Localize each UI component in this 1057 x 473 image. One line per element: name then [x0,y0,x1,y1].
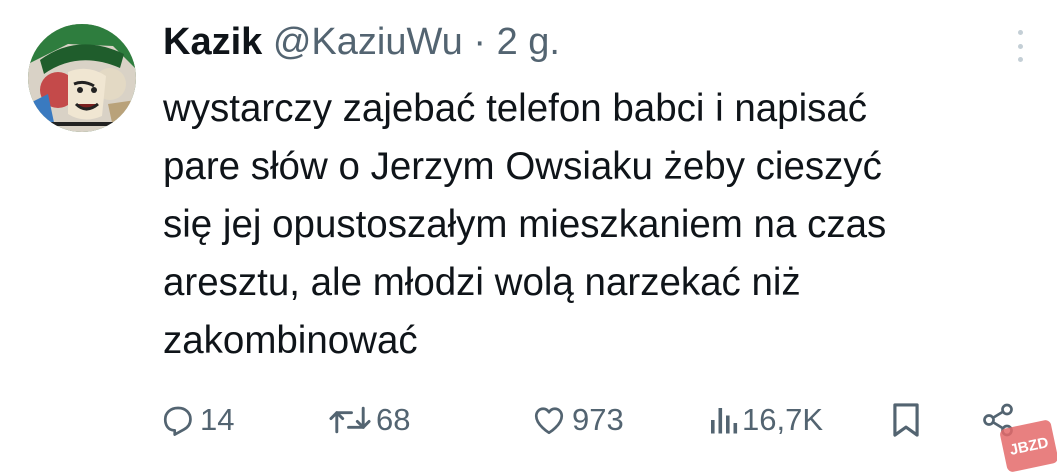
tweet-text: wystarczy zajebać telefon babci i napisa… [163,87,887,362]
timestamp[interactable]: 2 g. [497,21,560,63]
bar-chart-icon [711,408,738,434]
reply-button[interactable]: 14 [160,396,234,444]
heart-icon [534,407,564,435]
author-name[interactable]: Kazik [163,21,262,63]
like-count: 973 [572,402,624,437]
avatar-image [28,24,136,132]
more-options-button[interactable] [1010,26,1030,66]
watermark-text: JBZD [1008,433,1050,459]
views-count: 16,7K [742,402,824,437]
reply-count: 14 [200,402,235,437]
bookmark-button[interactable] [890,396,922,444]
avatar[interactable] [28,24,136,132]
author-handle[interactable]: @KaziuWu [273,21,463,63]
like-button[interactable]: 973 [530,396,624,444]
bookmark-icon [893,403,919,437]
action-bar: 14 68 973 16,7K [160,396,1040,444]
vertical-dots-icon [1017,30,1023,35]
views-button[interactable]: 16,7K [708,396,823,444]
separator-dot: · [473,21,487,63]
repost-button[interactable]: 68 [328,396,410,444]
repost-count: 68 [376,402,411,437]
watermark-logo: JBZD [998,419,1057,473]
speech-bubble-icon [163,406,192,436]
repost-arrows-icon [329,406,371,434]
tweet-header: Kazik @KaziuWu · 2 g. [163,16,560,68]
